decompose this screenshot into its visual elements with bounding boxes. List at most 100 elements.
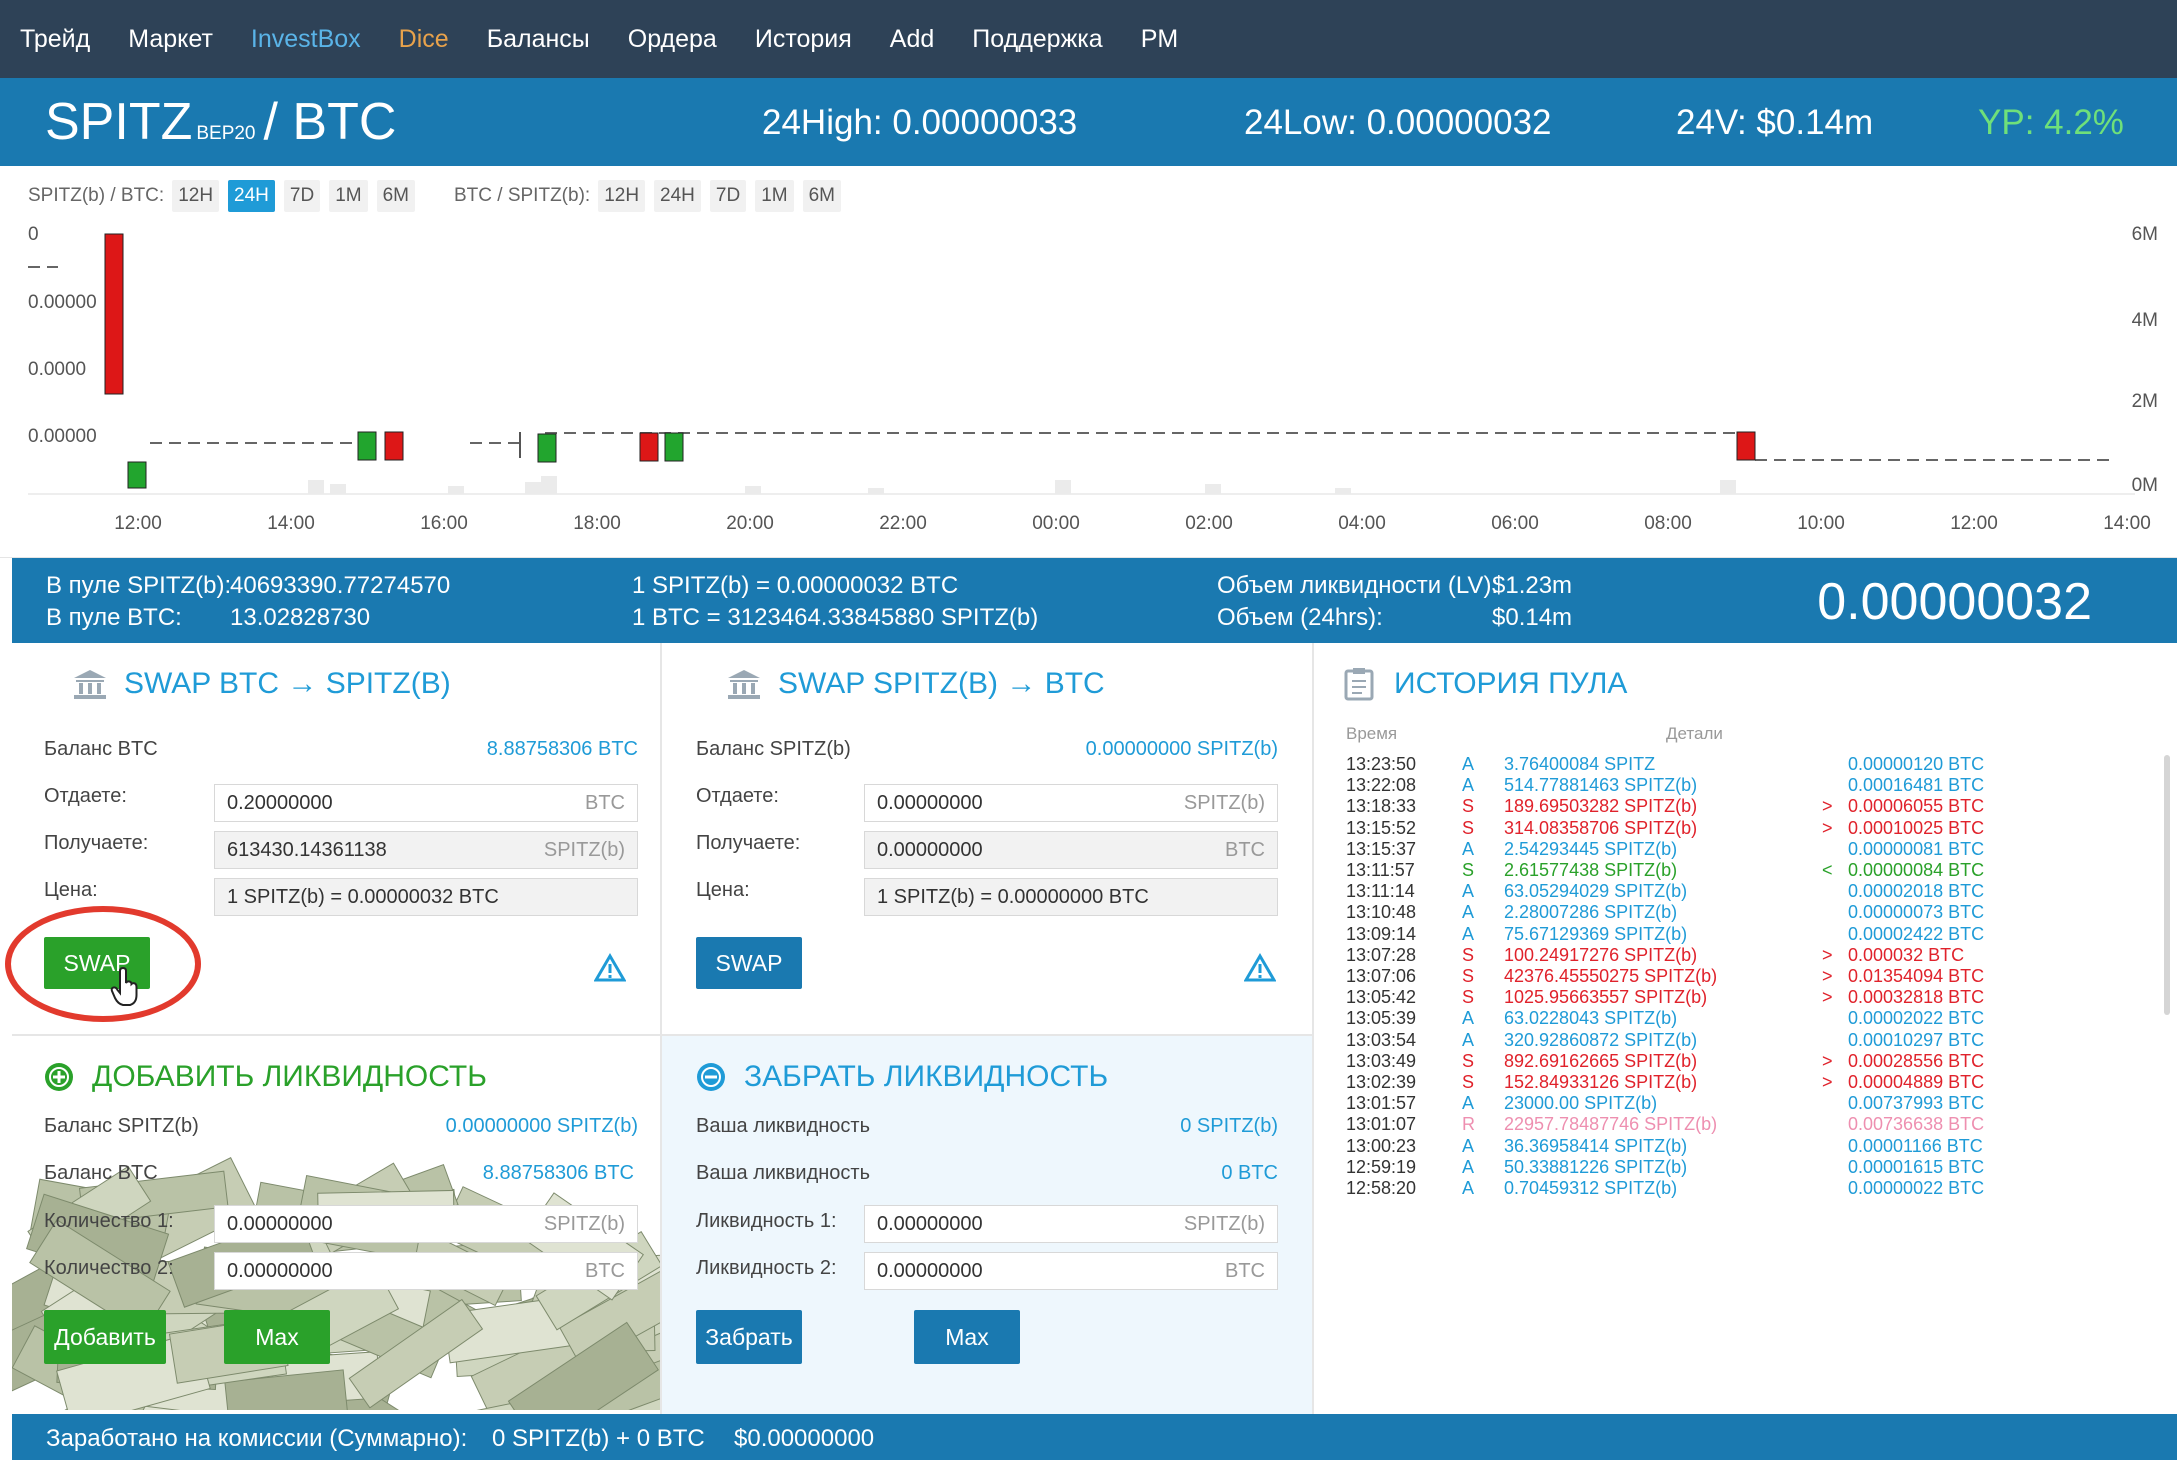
nav-item-0[interactable]: Трейд	[20, 25, 90, 54]
give-btc-input[interactable]: 0.20000000 BTC	[214, 784, 638, 822]
history-time: 13:11:57	[1346, 860, 1415, 880]
volume-bar	[745, 486, 761, 494]
timeframe-24h-button[interactable]: 24H	[228, 180, 275, 212]
get-label: Получаете:	[44, 832, 149, 854]
history-btc: 0.00000022 BTC	[1848, 1178, 1985, 1198]
nav-item-5[interactable]: Ордера	[628, 25, 717, 54]
qty2-input[interactable]: 0.00000000 BTC	[214, 1252, 638, 1290]
liq1-label: Ликвидность 1:	[696, 1210, 837, 1232]
history-direction: <	[1822, 860, 1833, 880]
add-button[interactable]: Добавить	[44, 1310, 166, 1364]
timeframe-12h-button[interactable]: 12H	[172, 180, 220, 212]
x-tick-label: 14:00	[2103, 513, 2151, 534]
max-button[interactable]: Max	[914, 1310, 1020, 1364]
swap-button[interactable]: SWAP	[696, 937, 802, 989]
history-btc: 0.00001166 BTC	[1848, 1135, 1983, 1156]
max-button[interactable]: Max	[224, 1310, 330, 1364]
low-24h: 24Low: 0.00000032	[1244, 103, 1552, 142]
pair-network-tag: BEP20	[196, 123, 256, 144]
balance-btc-value[interactable]: 8.88758306 BTC	[487, 738, 638, 761]
history-row[interactable]: 12:58:20 A 0.70459312 SPITZ(b) 0.00000022 B…	[1314, 1178, 1984, 1207]
history-type: A	[1462, 1135, 1475, 1156]
vol-24h-label: Объем (24hrs):	[1217, 604, 1383, 631]
balance-btc-value[interactable]: 8.88758306 BTC	[478, 1162, 638, 1185]
swap-spitz-to-btc-panel: SWAP SPITZ(B) → BTC Баланс SPITZ(b) 0.00…	[662, 643, 1312, 1034]
timeframe-1m-button[interactable]: 1M	[755, 180, 794, 212]
timeframe-1m-button[interactable]: 1M	[329, 180, 368, 212]
price-field: 1 SPITZ(b) = 0.00000032 BTC	[214, 878, 638, 916]
history-type: A	[1462, 1093, 1475, 1114]
pair-header: SPITZ BEP20/ BTC 24High: 0.00000033 24Low…	[0, 78, 2177, 166]
history-type: A	[1462, 1178, 1475, 1198]
volume-24h: 24V: $0.14m	[1676, 103, 1874, 142]
history-btc: 0.00002022 BTC	[1848, 1008, 1985, 1029]
timeframe-label: BTC / SPITZ(b):	[454, 185, 591, 206]
history-time: 13:10:48	[1346, 902, 1417, 923]
history-btc: 0.00010025 BTC	[1848, 817, 1985, 838]
history-time: 13:03:49	[1346, 1050, 1417, 1071]
y-tick-label: 0.0000	[28, 359, 86, 380]
history-amount: 50.33881226 SPITZ(b)	[1504, 1156, 1688, 1177]
timeframe-6m-button[interactable]: 6M	[802, 180, 842, 212]
candle-down	[384, 431, 404, 461]
plus-circle-icon	[45, 1063, 73, 1091]
nav-item-9[interactable]: PM	[1141, 25, 1179, 54]
history-type: A	[1462, 1008, 1475, 1029]
pool-btc-label: В пуле BTC:	[46, 604, 182, 631]
history-time: 13:07:06	[1346, 966, 1417, 986]
timeframe-7d-button[interactable]: 7D	[283, 180, 321, 212]
nav-item-1[interactable]: Маркет	[128, 25, 213, 54]
qty1-input[interactable]: 0.00000000 SPITZ(b)	[214, 1205, 638, 1243]
give-spitz-input[interactable]: 0.00000000 SPITZ(b)	[864, 784, 1278, 822]
timeframe-6m-button[interactable]: 6M	[376, 180, 416, 212]
x-tick-label: 00:00	[1032, 513, 1080, 534]
timeframe-12h-button[interactable]: 12H	[598, 180, 646, 212]
nav-item-6[interactable]: История	[755, 25, 852, 54]
warning-icon[interactable]	[1244, 953, 1276, 983]
x-tick-label: 22:00	[879, 513, 927, 534]
liq1-input[interactable]: 0.00000000 SPITZ(b)	[864, 1205, 1278, 1243]
history-amount: 2.54293445 SPITZ(b)	[1504, 838, 1678, 859]
commission-label: Заработано на комиссии (Суммарно):	[46, 1425, 468, 1452]
x-tick-label: 02:00	[1185, 513, 1233, 534]
history-amount: 1025.95663557 SPITZ(b)	[1504, 987, 1708, 1008]
give-label: Отдаете:	[44, 785, 127, 807]
take-button[interactable]: Забрать	[696, 1310, 802, 1364]
nav-item-2[interactable]: InvestBox	[251, 25, 361, 54]
balance-spitz-value[interactable]: 0.00000000 SPITZ(b)	[1086, 738, 1278, 761]
history-amount: 36.36958414 SPITZ(b)	[1504, 1135, 1688, 1156]
history-type: A	[1462, 1029, 1475, 1050]
x-tick-label: 04:00	[1338, 513, 1386, 534]
history-btc: 0.00000084 BTC	[1848, 860, 1985, 880]
nav-item-8[interactable]: Поддержка	[972, 25, 1102, 54]
give-label: Отдаете:	[696, 785, 779, 807]
price-field: 1 SPITZ(b) = 0.00000000 BTC	[864, 878, 1278, 916]
history-direction: >	[1822, 987, 1833, 1008]
balance-spitz-value[interactable]: 0.00000000 SPITZ(b)	[446, 1115, 638, 1138]
lv-label: Объем ликвидности (LV):	[1217, 572, 1499, 599]
history-amount: 892.69162665 SPITZ(b)	[1504, 1050, 1698, 1071]
scrollbar[interactable]	[2164, 755, 2170, 1015]
nav-item-4[interactable]: Балансы	[487, 25, 590, 54]
liq2-input[interactable]: 0.00000000 BTC	[864, 1252, 1278, 1290]
your-liquidity-btc: 0 BTC	[1221, 1162, 1278, 1184]
nav-item-7[interactable]: Add	[890, 25, 934, 54]
history-amount: 2.61577438 SPITZ(b)	[1504, 860, 1678, 880]
timeframe-7d-button[interactable]: 7D	[709, 180, 747, 212]
get-btc-field: 0.00000000 BTC	[864, 831, 1278, 869]
clipboard-icon	[1344, 668, 1374, 701]
warning-icon[interactable]	[594, 953, 626, 983]
your-liquidity-label: Ваша ликвидность	[696, 1162, 870, 1184]
volume-bar	[1720, 480, 1736, 494]
timeframe-24h-button[interactable]: 24H	[654, 180, 701, 212]
current-price: 0.00000032	[1817, 573, 2092, 631]
history-time: 12:58:20	[1346, 1178, 1417, 1198]
nav-item-3[interactable]: Dice	[399, 25, 449, 54]
x-tick-label: 10:00	[1797, 513, 1845, 534]
history-btc: 0.00006055 BTC	[1848, 796, 1985, 817]
history-direction: >	[1822, 817, 1833, 838]
y-tick-label: 0.00000	[28, 292, 97, 313]
history-time: 13:15:52	[1346, 817, 1417, 838]
pair-title: SPITZ BEP20/ BTC	[45, 93, 397, 151]
volume-bar	[868, 488, 884, 494]
